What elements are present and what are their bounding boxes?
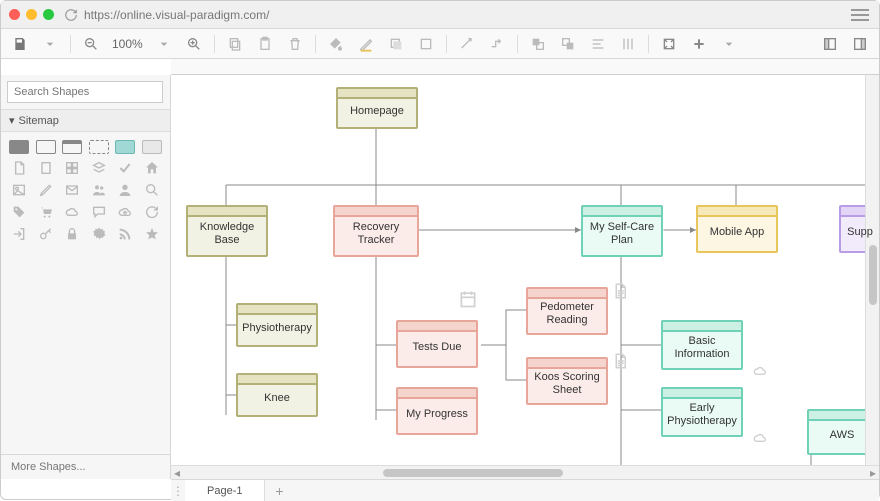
mail-icon[interactable] bbox=[62, 182, 82, 198]
stack-icon[interactable] bbox=[89, 160, 109, 176]
address-bar[interactable]: https://online.visual-paradigm.com/ bbox=[64, 8, 849, 22]
node-pedometer[interactable]: Pedometer Reading bbox=[526, 287, 608, 335]
cloud-icon bbox=[749, 363, 771, 382]
calendar-icon bbox=[458, 289, 478, 312]
node-mobile-app[interactable]: Mobile App bbox=[696, 205, 778, 253]
home-icon[interactable] bbox=[142, 160, 162, 176]
url-text: https://online.visual-paradigm.com/ bbox=[84, 8, 269, 22]
zoom-in-button[interactable] bbox=[181, 32, 207, 56]
node-physiotherapy[interactable]: Physiotherapy bbox=[236, 303, 318, 347]
align-button[interactable] bbox=[585, 32, 611, 56]
add-button[interactable] bbox=[686, 32, 712, 56]
star-icon[interactable] bbox=[142, 226, 162, 242]
users-icon[interactable] bbox=[89, 182, 109, 198]
gear-icon[interactable] bbox=[89, 226, 109, 242]
format-panel-toggle[interactable] bbox=[847, 32, 873, 56]
cloud-icon bbox=[749, 430, 771, 449]
to-front-button[interactable] bbox=[525, 32, 551, 56]
shape-palette bbox=[1, 132, 170, 250]
node-tests-due[interactable]: Tests Due bbox=[396, 320, 478, 368]
node-knee[interactable]: Knee bbox=[236, 373, 318, 417]
rss-icon[interactable] bbox=[115, 226, 135, 242]
node-my-progress[interactable]: My Progress bbox=[396, 387, 478, 435]
chat-icon[interactable] bbox=[89, 204, 109, 220]
image-icon[interactable] bbox=[9, 182, 29, 198]
palette-shape[interactable] bbox=[62, 140, 82, 154]
refresh-icon[interactable] bbox=[142, 204, 162, 220]
minimize-window[interactable] bbox=[26, 9, 37, 20]
distribute-button[interactable] bbox=[615, 32, 641, 56]
node-koos[interactable]: Koos Scoring Sheet bbox=[526, 357, 608, 405]
window-traffic-lights bbox=[9, 9, 54, 20]
format-dropdown[interactable] bbox=[413, 32, 439, 56]
connectors bbox=[171, 75, 879, 479]
document-icon bbox=[611, 280, 629, 305]
connector-style[interactable] bbox=[454, 32, 480, 56]
vertical-scrollbar[interactable] bbox=[865, 75, 879, 465]
palette-shape[interactable] bbox=[89, 140, 109, 154]
more-shapes-link[interactable]: More Shapes... bbox=[1, 454, 170, 479]
add-page-button[interactable]: + bbox=[265, 483, 293, 499]
palette-shape[interactable] bbox=[142, 140, 162, 154]
search-icon[interactable] bbox=[142, 182, 162, 198]
more-dropdown[interactable] bbox=[716, 32, 742, 56]
check-icon[interactable] bbox=[115, 160, 135, 176]
horizontal-ruler bbox=[171, 59, 879, 75]
tab-grip-icon[interactable]: ⋮ bbox=[171, 484, 185, 498]
lock-icon[interactable] bbox=[62, 226, 82, 242]
palette-shape[interactable] bbox=[9, 140, 29, 154]
node-self-care[interactable]: My Self-Care Plan bbox=[581, 205, 663, 257]
node-basic-info[interactable]: Basic Information bbox=[661, 320, 743, 370]
pencil-icon[interactable] bbox=[36, 182, 56, 198]
paste-button[interactable] bbox=[252, 32, 278, 56]
horizontal-scrollbar[interactable]: ◂ ▸ bbox=[171, 465, 879, 479]
cart-icon[interactable] bbox=[36, 204, 56, 220]
shadow-button[interactable] bbox=[383, 32, 409, 56]
save-button[interactable] bbox=[7, 32, 33, 56]
key-icon[interactable] bbox=[36, 226, 56, 242]
palette-shape[interactable] bbox=[115, 140, 135, 154]
outline-panel-toggle[interactable] bbox=[817, 32, 843, 56]
copy-button[interactable] bbox=[222, 32, 248, 56]
page-tabs: ⋮ Page-1 + bbox=[171, 479, 879, 501]
document-icon[interactable] bbox=[9, 160, 29, 176]
zoom-dropdown[interactable] bbox=[151, 32, 177, 56]
window-titlebar: https://online.visual-paradigm.com/ bbox=[1, 1, 879, 29]
diagram-canvas[interactable]: Homepage Knowledge Base Recovery Tracker… bbox=[171, 75, 879, 479]
delete-button[interactable] bbox=[282, 32, 308, 56]
page-tab[interactable]: Page-1 bbox=[185, 480, 265, 501]
search-input[interactable] bbox=[7, 81, 163, 103]
palette-header[interactable]: ▾Sitemap bbox=[1, 109, 170, 132]
save-dropdown[interactable] bbox=[37, 32, 63, 56]
main-toolbar: 100% bbox=[1, 29, 879, 59]
document-icon bbox=[611, 350, 629, 375]
maximize-window[interactable] bbox=[43, 9, 54, 20]
node-knowledge-base[interactable]: Knowledge Base bbox=[186, 205, 268, 257]
cloud-icon[interactable] bbox=[62, 204, 82, 220]
file-icon[interactable] bbox=[36, 160, 56, 176]
shapes-panel: ▾Sitemap bbox=[1, 75, 171, 479]
user-icon[interactable] bbox=[115, 182, 135, 198]
tag-icon[interactable] bbox=[9, 204, 29, 220]
fit-button[interactable] bbox=[656, 32, 682, 56]
menu-icon[interactable] bbox=[849, 6, 871, 24]
palette-shape[interactable] bbox=[36, 140, 56, 154]
cloud-up-icon[interactable] bbox=[115, 204, 135, 220]
waypoint-style[interactable] bbox=[484, 32, 510, 56]
reload-icon[interactable] bbox=[64, 8, 78, 22]
login-icon[interactable] bbox=[9, 226, 29, 242]
close-window[interactable] bbox=[9, 9, 20, 20]
stroke-button[interactable] bbox=[353, 32, 379, 56]
node-early-physio[interactable]: Early Physiotherapy bbox=[661, 387, 743, 437]
fill-button[interactable] bbox=[323, 32, 349, 56]
node-homepage[interactable]: Homepage bbox=[336, 87, 418, 129]
to-back-button[interactable] bbox=[555, 32, 581, 56]
zoom-level[interactable]: 100% bbox=[108, 37, 147, 51]
node-recovery-tracker[interactable]: Recovery Tracker bbox=[333, 205, 419, 257]
zoom-out-button[interactable] bbox=[78, 32, 104, 56]
grid-icon[interactable] bbox=[62, 160, 82, 176]
